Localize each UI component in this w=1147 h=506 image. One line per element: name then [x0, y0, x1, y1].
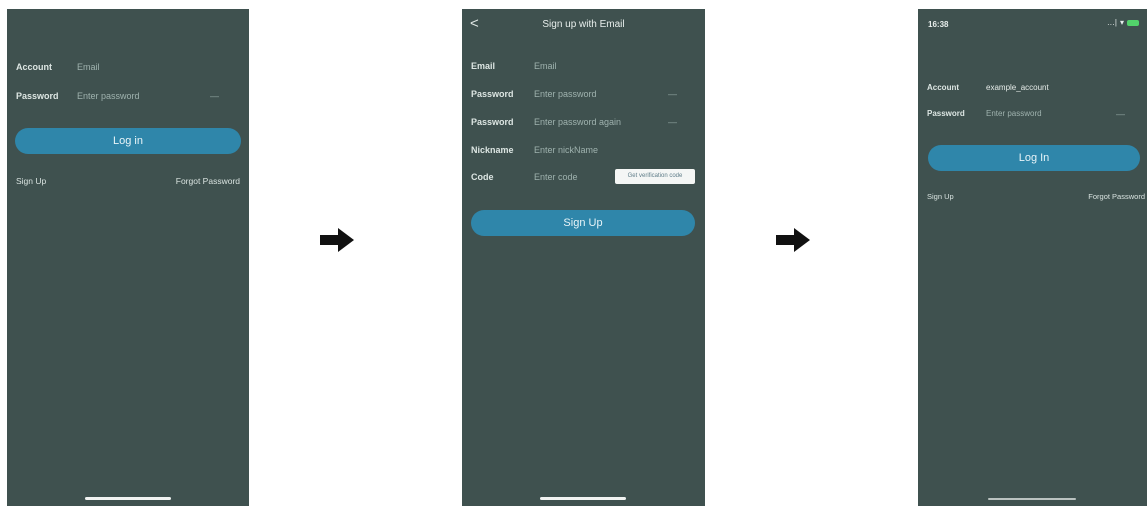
- signup-button[interactable]: Sign Up: [471, 210, 695, 236]
- page-title: Sign up with Email: [542, 19, 625, 30]
- status-time: 16:38: [928, 20, 949, 29]
- code-input[interactable]: Enter code: [534, 167, 578, 187]
- password-input[interactable]: Enter password: [534, 84, 597, 104]
- signup-link[interactable]: Sign Up: [927, 192, 954, 201]
- eye-icon[interactable]: —: [210, 86, 219, 106]
- confirm-password-label: Password: [471, 117, 514, 127]
- signup-link[interactable]: Sign Up: [16, 176, 46, 186]
- password-row: Password Enter password —: [918, 104, 1147, 124]
- login-screen: Account Email Password Enter password — …: [7, 9, 249, 506]
- eye-icon[interactable]: —: [1116, 104, 1125, 124]
- email-input[interactable]: Email: [534, 56, 557, 76]
- confirm-password-input[interactable]: Enter password again: [534, 112, 621, 132]
- password-label: Password: [16, 91, 59, 101]
- status-icons: …| ▾: [1107, 18, 1139, 27]
- login-button[interactable]: Log In: [928, 145, 1140, 171]
- home-indicator: [540, 497, 626, 500]
- arrow-right-icon: [320, 228, 354, 252]
- get-code-button[interactable]: Get verification code: [615, 169, 695, 184]
- signal-icon: …|: [1106, 18, 1117, 27]
- account-row: Account Email: [7, 57, 249, 77]
- code-row: Code Enter code Get verification code: [462, 167, 705, 187]
- password-row: Password Enter password —: [462, 84, 705, 104]
- password-input[interactable]: Enter password: [986, 104, 1042, 124]
- home-indicator: [85, 497, 171, 500]
- login-button[interactable]: Log in: [15, 128, 241, 154]
- nickname-label: Nickname: [471, 145, 514, 155]
- confirm-password-row: Password Enter password again —: [462, 112, 705, 132]
- code-label: Code: [471, 172, 494, 182]
- password-row: Password Enter password —: [7, 86, 249, 106]
- home-indicator: [988, 498, 1076, 500]
- account-row: Account example_account: [918, 78, 1147, 98]
- account-input[interactable]: example_account: [986, 78, 1049, 98]
- battery-icon: [1127, 19, 1139, 26]
- email-label: Email: [471, 61, 496, 71]
- forgot-password-link[interactable]: Forgot Password: [1088, 192, 1145, 201]
- forgot-password-link[interactable]: Forgot Password: [176, 176, 240, 186]
- password-label: Password: [471, 89, 514, 99]
- signup-screen: < Sign up with Email Email Email Passwor…: [462, 9, 705, 506]
- eye-icon[interactable]: —: [668, 112, 677, 132]
- account-input[interactable]: Email: [77, 57, 100, 77]
- eye-icon[interactable]: —: [668, 84, 677, 104]
- nickname-row: Nickname Enter nickName: [462, 140, 705, 160]
- wifi-icon: ▾: [1119, 18, 1124, 27]
- email-row: Email Email: [462, 56, 705, 76]
- password-label: Password: [927, 109, 965, 118]
- password-input[interactable]: Enter password: [77, 86, 140, 106]
- account-label: Account: [16, 62, 52, 72]
- login-filled-screen: 16:38 …| ▾ Account example_account Passw…: [918, 9, 1147, 506]
- arrow-right-icon: [776, 228, 810, 252]
- account-label: Account: [927, 83, 959, 92]
- nickname-input[interactable]: Enter nickName: [534, 140, 598, 160]
